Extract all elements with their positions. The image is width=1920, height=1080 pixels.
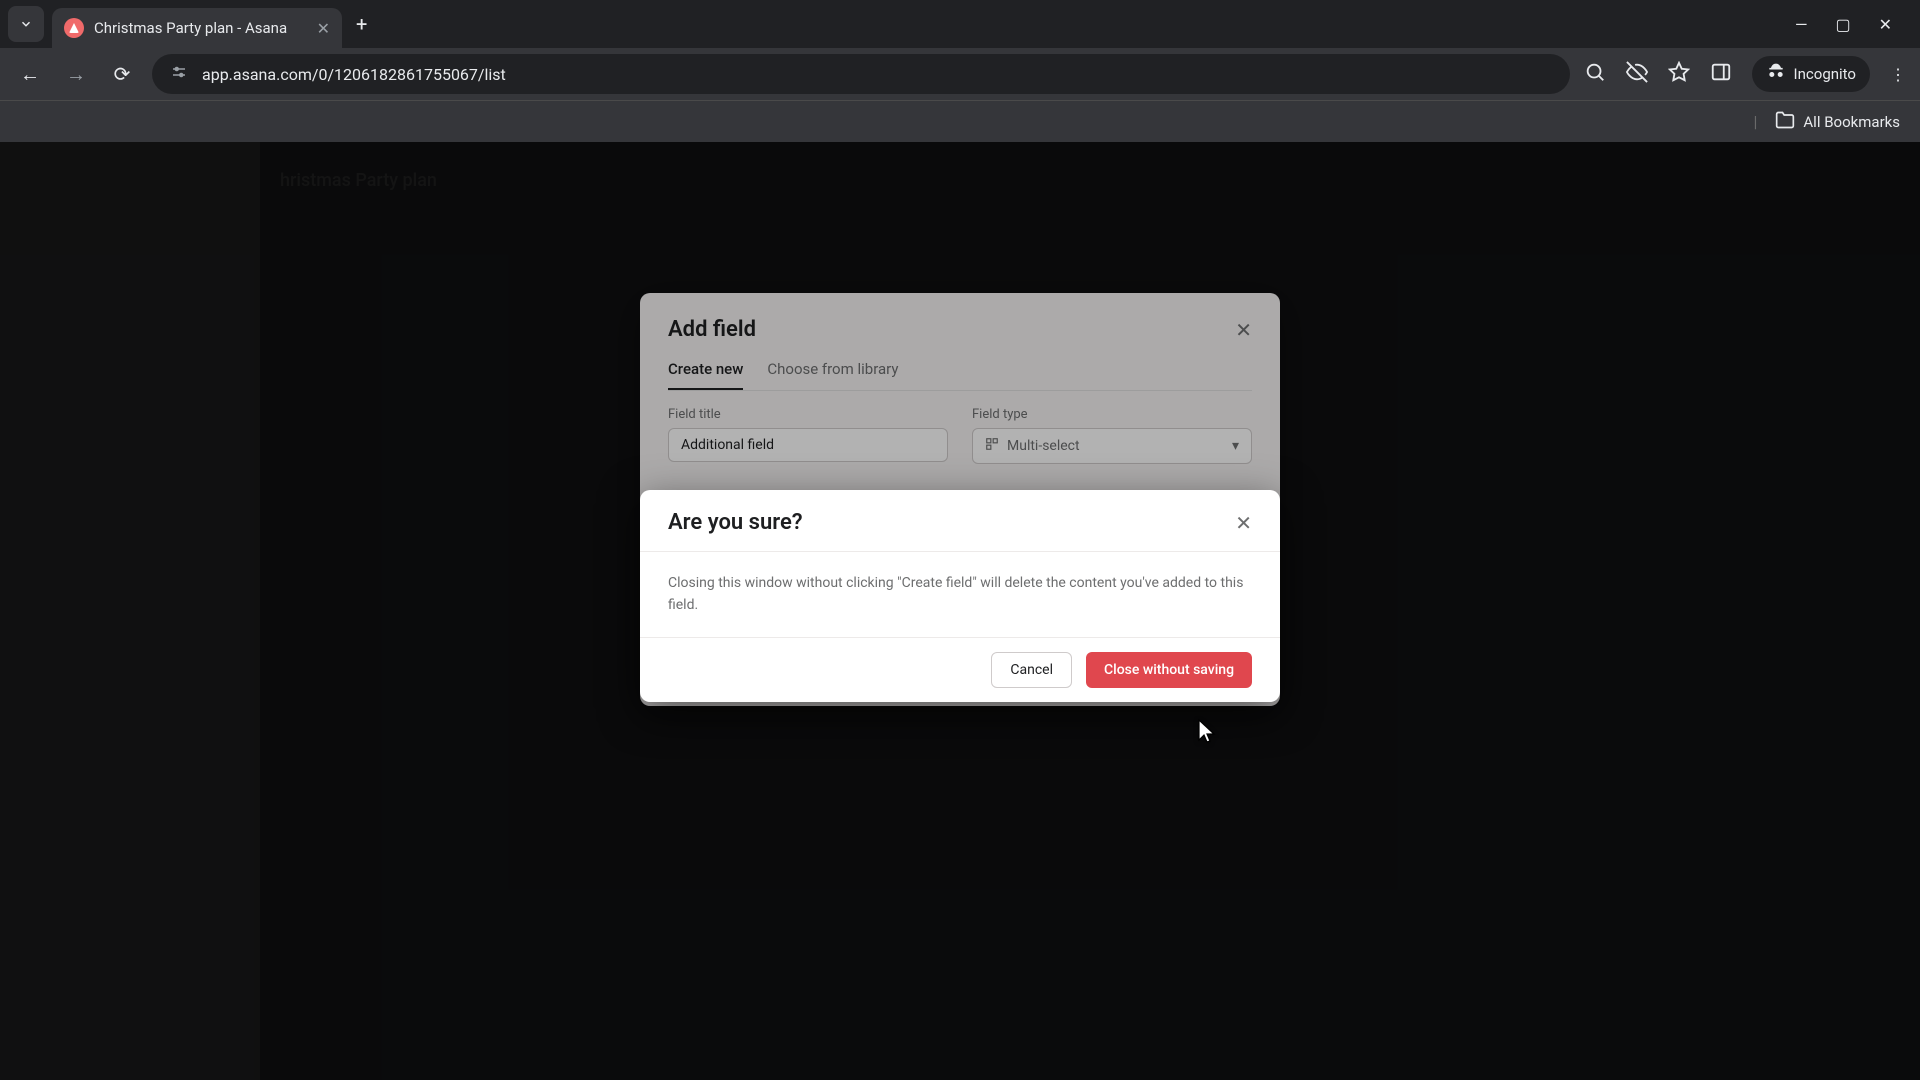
url-bar: ← → ⟳ app.asana.com/0/1206182861755067/l… (0, 48, 1920, 100)
url-actions: Incognito ⋮ (1584, 56, 1906, 92)
window-controls: — ▢ ✕ (1795, 15, 1912, 34)
bookmarks-bar: | All Bookmarks (0, 100, 1920, 142)
close-icon[interactable]: ✕ (1235, 318, 1252, 342)
add-field-title: Add field (668, 317, 756, 342)
confirm-modal: Are you sure? ✕ Closing this window with… (640, 490, 1280, 702)
folder-icon (1775, 110, 1795, 134)
eye-off-icon[interactable] (1626, 61, 1648, 87)
tab-title: Christmas Party plan - Asana (94, 19, 307, 37)
field-title-input[interactable] (668, 428, 948, 462)
close-window-button[interactable]: ✕ (1879, 15, 1892, 34)
close-without-saving-button[interactable]: Close without saving (1086, 652, 1252, 688)
close-icon[interactable]: ✕ (1235, 511, 1252, 535)
tab-bar: Christmas Party plan - Asana ✕ + — ▢ ✕ (0, 0, 1920, 48)
all-bookmarks-label: All Bookmarks (1803, 113, 1900, 131)
browser-tab[interactable]: Christmas Party plan - Asana ✕ (52, 8, 342, 48)
incognito-badge[interactable]: Incognito (1752, 56, 1870, 92)
asana-favicon (64, 18, 84, 38)
reload-button[interactable]: ⟳ (106, 62, 138, 86)
search-icon[interactable] (1584, 61, 1606, 87)
tab-create-new[interactable]: Create new (668, 360, 743, 390)
confirm-title: Are you sure? (668, 510, 803, 535)
incognito-label: Incognito (1794, 65, 1856, 83)
multiselect-icon (985, 437, 999, 455)
field-title-label: Field title (668, 407, 948, 422)
side-panel-icon[interactable] (1710, 61, 1732, 87)
divider: | (1753, 112, 1757, 131)
new-tab-button[interactable]: + (356, 12, 367, 36)
tab-choose-library[interactable]: Choose from library (767, 360, 898, 390)
back-button[interactable]: ← (14, 62, 46, 87)
add-field-tabs: Create new Choose from library (668, 360, 1252, 391)
minimize-button[interactable]: — (1795, 15, 1808, 34)
all-bookmarks-button[interactable]: All Bookmarks (1775, 110, 1900, 134)
browser-chrome: Christmas Party plan - Asana ✕ + — ▢ ✕ ←… (0, 0, 1920, 142)
site-settings-icon[interactable] (170, 63, 188, 85)
maximize-button[interactable]: ▢ (1835, 15, 1850, 34)
address-bar[interactable]: app.asana.com/0/1206182861755067/list (152, 54, 1570, 94)
bookmark-star-icon[interactable] (1668, 61, 1690, 87)
confirm-body-text: Closing this window without clicking "Cr… (640, 552, 1280, 638)
tab-search-dropdown[interactable] (8, 6, 44, 42)
field-type-select[interactable]: Multi-select ▾ (972, 428, 1252, 464)
cancel-button[interactable]: Cancel (991, 652, 1072, 688)
field-type-value: Multi-select (1007, 438, 1080, 454)
forward-button[interactable]: → (60, 62, 92, 87)
incognito-icon (1766, 62, 1786, 86)
chevron-down-icon (19, 17, 33, 31)
field-type-label: Field type (972, 407, 1252, 422)
close-tab-icon[interactable]: ✕ (317, 19, 330, 38)
url-text: app.asana.com/0/1206182861755067/list (202, 65, 506, 84)
chevron-down-icon: ▾ (1232, 438, 1239, 454)
browser-menu-icon[interactable]: ⋮ (1890, 65, 1906, 84)
